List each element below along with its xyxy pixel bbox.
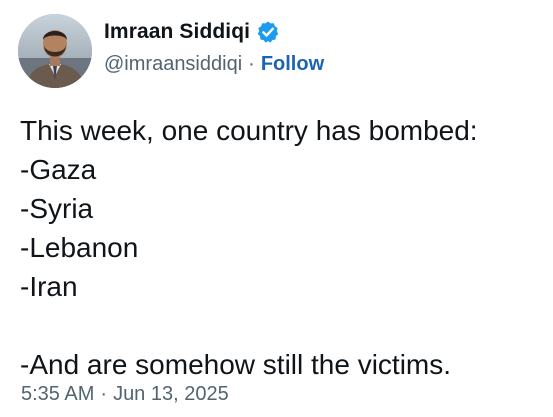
tweet-line-break — [20, 306, 478, 345]
tweet-line: -Lebanon — [20, 232, 139, 263]
tweet-text: This week, one country has bombed: -Gaza… — [20, 111, 478, 384]
username-handle[interactable]: @imraansiddiqi — [104, 53, 242, 76]
avatar[interactable] — [18, 14, 92, 88]
timestamp-separator: · — [100, 382, 108, 405]
post-date: Jun 13, 2025 — [113, 382, 229, 405]
post-time: 5:35 AM — [21, 382, 95, 405]
timestamp[interactable]: 5:35 AM · Jun 13, 2025 — [21, 382, 229, 406]
verified-badge-icon — [256, 20, 280, 44]
tweet-line: -And are somehow still the victims. — [20, 349, 452, 380]
display-name[interactable]: Imraan Siddiqi — [104, 20, 250, 44]
handle-row: @imraansiddiqi · Follow — [104, 50, 324, 78]
handle-separator: · — [248, 52, 255, 75]
tweet-line: -Syria — [20, 193, 94, 224]
tweet-card: Imraan Siddiqi @imraansiddiqi · Follow T… — [0, 0, 553, 417]
avatar-photo-icon — [18, 14, 92, 88]
follow-button[interactable]: Follow — [261, 53, 324, 76]
tweet-line: -Gaza — [20, 154, 97, 185]
tweet-line: This week, one country has bombed: — [20, 115, 478, 146]
author-name-row: Imraan Siddiqi — [104, 18, 280, 46]
tweet-line: -Iran — [20, 271, 78, 302]
